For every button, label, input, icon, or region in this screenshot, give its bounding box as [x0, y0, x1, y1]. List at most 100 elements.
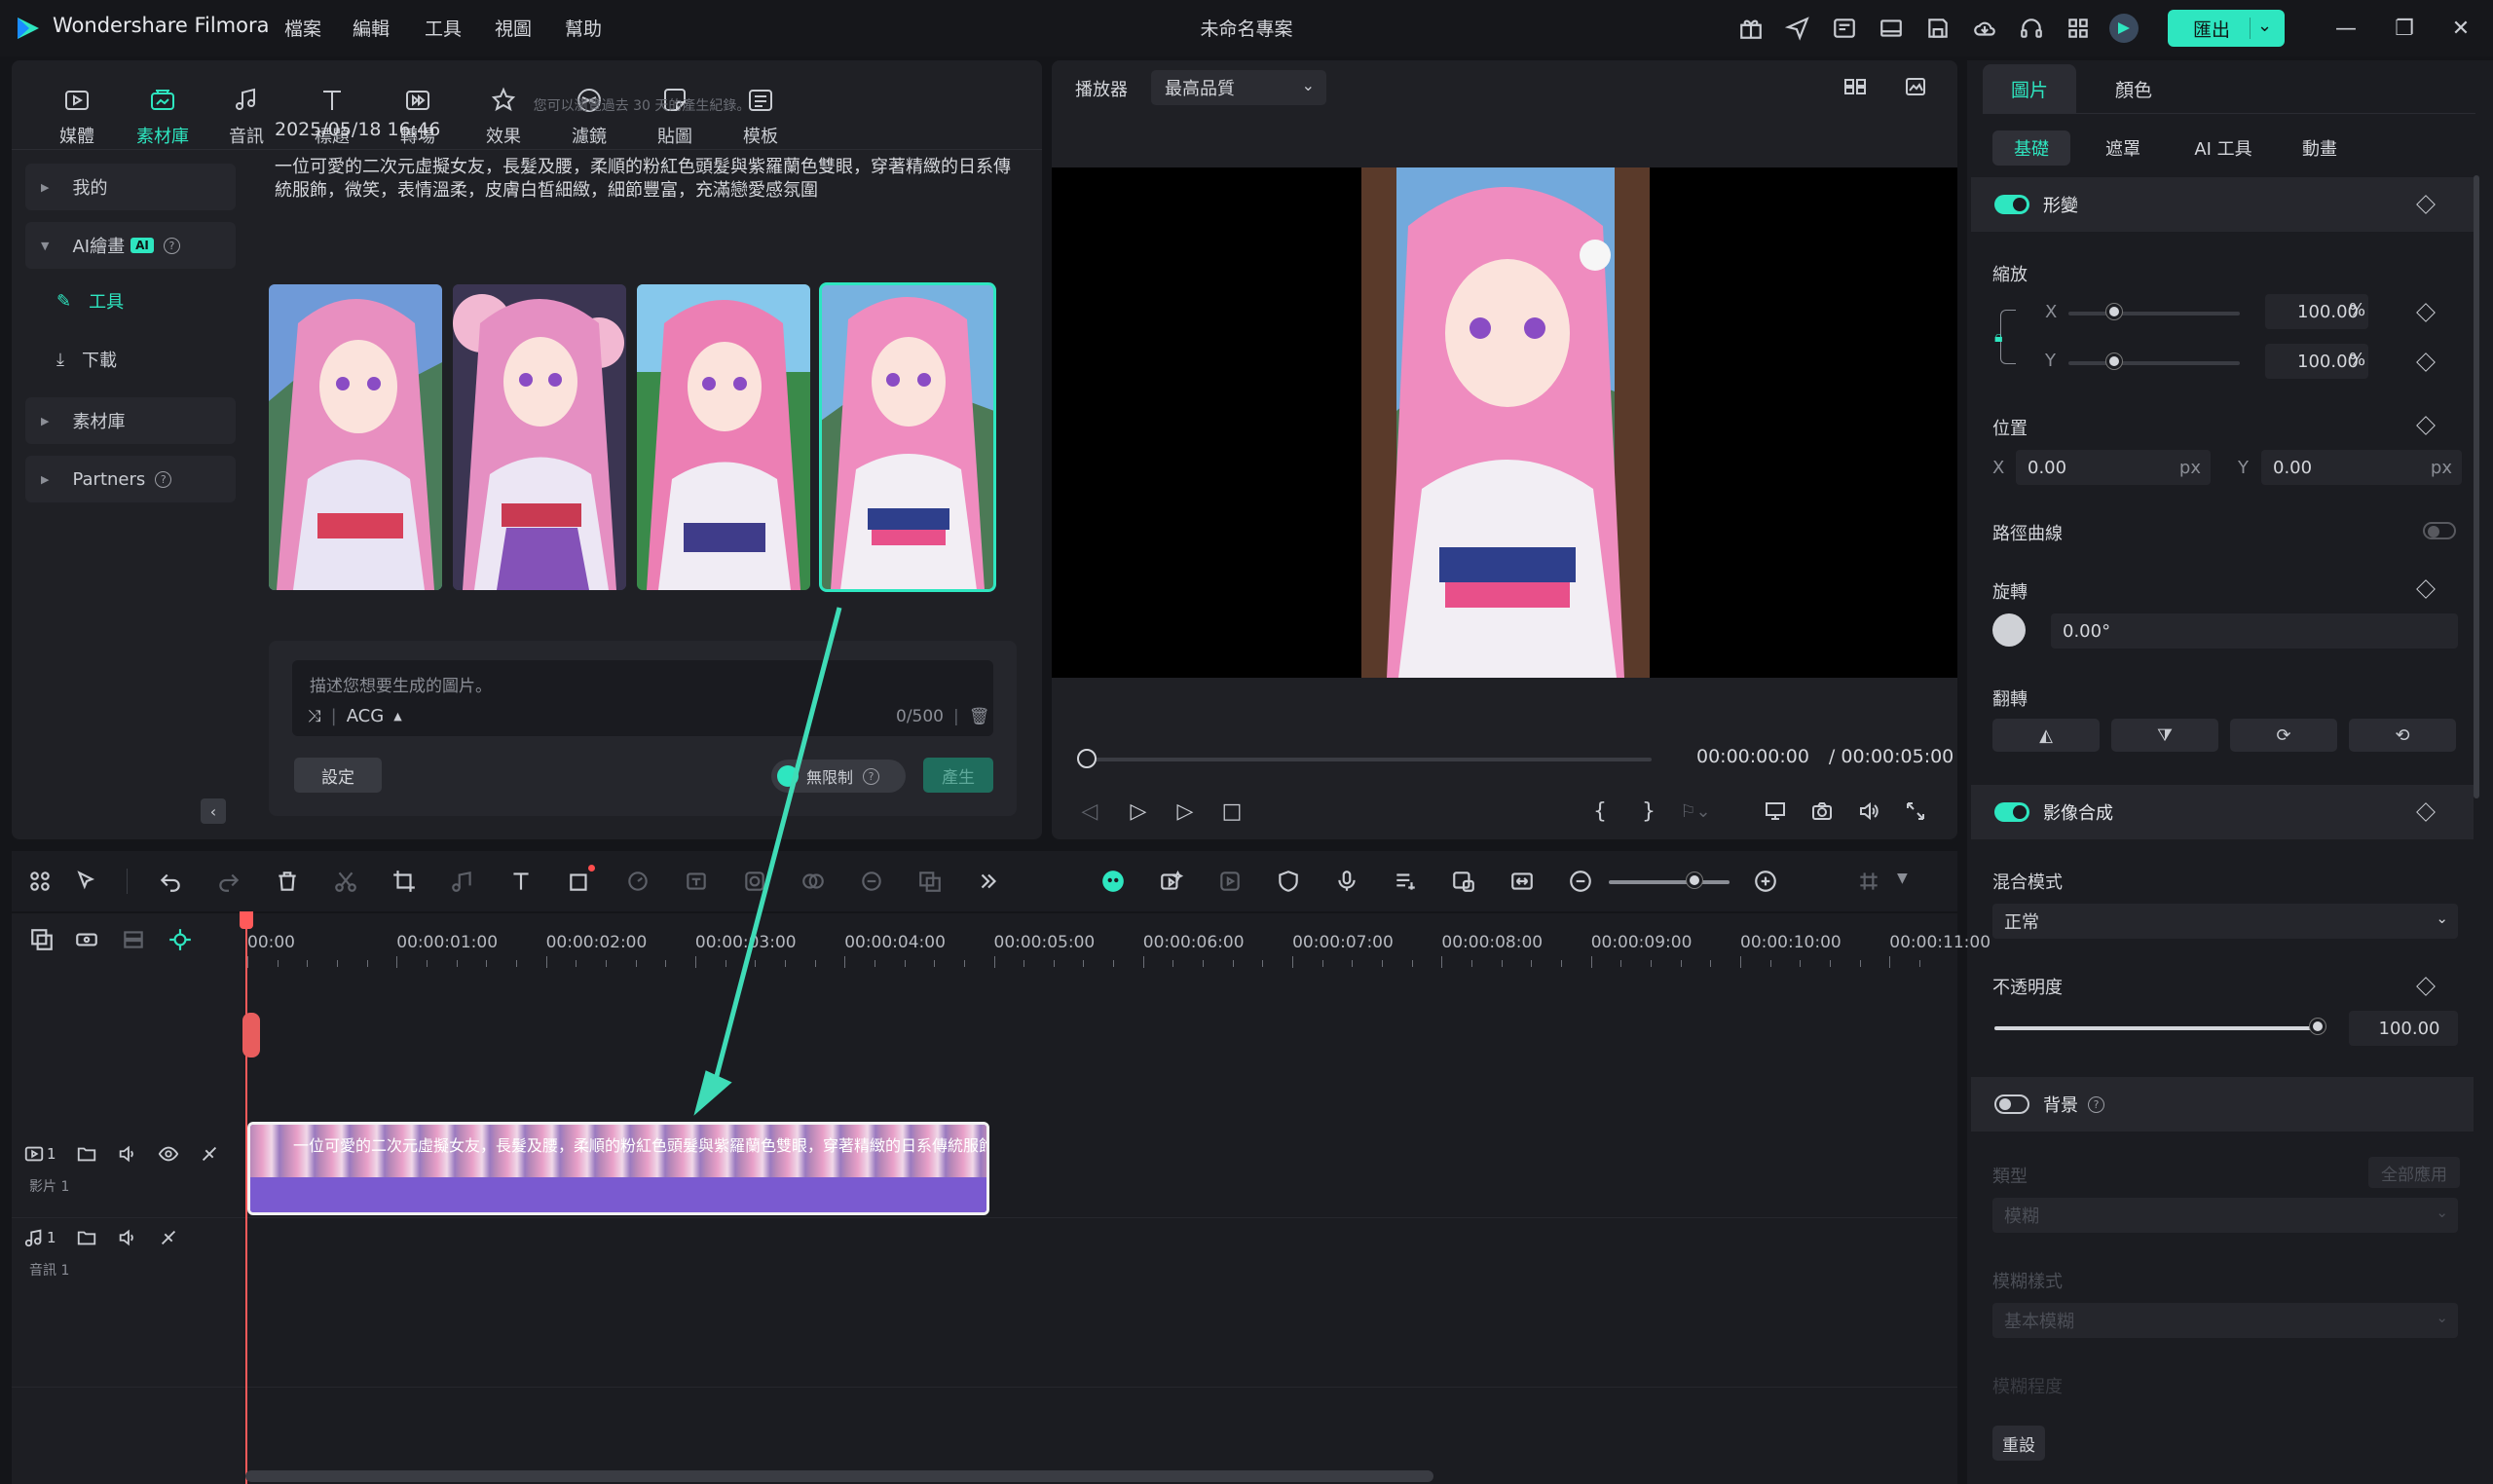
ai-text-icon[interactable]: [680, 865, 713, 898]
scale-y-handle[interactable]: [2106, 353, 2122, 369]
flip-horizontal-button[interactable]: ◭: [1992, 719, 2100, 752]
shuffle-icon[interactable]: ⤨: [308, 707, 321, 726]
marker-icon[interactable]: ⚐⌄: [1680, 797, 1710, 826]
layout-icon[interactable]: [1829, 13, 1860, 44]
rotate-ccw-button[interactable]: ⟲: [2349, 719, 2456, 752]
subtab-basic[interactable]: 基礎: [1992, 130, 2070, 166]
headset-icon[interactable]: [2016, 13, 2047, 44]
tab-color[interactable]: 顏色: [2115, 76, 2152, 102]
apply-all-button[interactable]: 全部應用: [2368, 1157, 2460, 1188]
help-icon[interactable]: ?: [2088, 1095, 2104, 1113]
play-step-icon[interactable]: ▷: [1124, 797, 1153, 826]
audio-stretch-icon[interactable]: [446, 865, 479, 898]
background-toggle[interactable]: [1994, 1094, 2029, 1114]
compositing-toggle[interactable]: [1994, 802, 2029, 822]
opacity-handle[interactable]: [2310, 1019, 2326, 1034]
picture-in-picture-icon[interactable]: [1447, 865, 1480, 898]
render-icon[interactable]: [1213, 865, 1246, 898]
lock-track-icon[interactable]: [199, 1143, 220, 1165]
close-icon[interactable]: ✕: [2444, 12, 2477, 45]
chevron-down-icon[interactable]: ⌄: [2257, 16, 2272, 36]
zoom-slider[interactable]: [1609, 880, 1730, 884]
fit-width-icon[interactable]: [1506, 865, 1539, 898]
video-clip[interactable]: 一位可愛的二次元虛擬女友，長髮及腰，柔順的粉紅色頭髮與紫羅蘭色雙眼，穿著精緻的日…: [247, 1122, 989, 1215]
play-icon[interactable]: ▷: [1171, 797, 1200, 826]
flip-vertical-button[interactable]: ⧩: [2111, 719, 2218, 752]
redo-icon[interactable]: [212, 865, 245, 898]
sidebar-item-library[interactable]: ▶ 素材庫: [25, 397, 236, 444]
subtab-mask[interactable]: 遮罩: [2082, 130, 2164, 166]
gift-icon[interactable]: [1735, 13, 1767, 44]
generated-image-1[interactable]: [269, 284, 442, 590]
folder-icon[interactable]: [76, 1143, 97, 1165]
stop-icon[interactable]: □: [1217, 797, 1246, 826]
opacity-input[interactable]: 100.00: [2349, 1011, 2458, 1046]
section-background[interactable]: 背景?: [1971, 1077, 2474, 1132]
collapse-sidebar-button[interactable]: ‹: [201, 798, 226, 824]
eye-icon[interactable]: [158, 1143, 179, 1165]
save-icon[interactable]: [1922, 13, 1953, 44]
generate-button[interactable]: 產生: [923, 758, 993, 793]
properties-scrollbar[interactable]: [2474, 175, 2479, 798]
lock-track-icon[interactable]: [158, 1227, 179, 1248]
position-x-input[interactable]: 0.00 px: [2016, 450, 2211, 485]
reset-button[interactable]: 重設: [1992, 1426, 2045, 1461]
help-icon[interactable]: ?: [863, 767, 880, 785]
blend-mode-select[interactable]: 正常 ⌄: [1992, 904, 2458, 939]
tab-media[interactable]: 媒體: [37, 84, 117, 148]
opacity-slider[interactable]: [1994, 1026, 2318, 1030]
grid-view-icon[interactable]: [1841, 72, 1870, 101]
speaker-icon[interactable]: [117, 1227, 138, 1248]
subtab-ai-tools[interactable]: AI 工具: [2176, 130, 2271, 166]
section-transform[interactable]: 形變: [1971, 177, 2474, 232]
ai-assistant-icon[interactable]: [1097, 865, 1130, 898]
rotation-input[interactable]: 0.00°: [2051, 613, 2458, 649]
send-icon[interactable]: [1782, 13, 1813, 44]
scrubber-handle[interactable]: [1077, 749, 1097, 768]
help-icon[interactable]: ?: [155, 470, 172, 488]
camera-icon[interactable]: [1807, 797, 1837, 826]
fullscreen-icon[interactable]: [1901, 797, 1930, 826]
caret-down-icon[interactable]: ▼: [1897, 871, 1908, 886]
generated-image-3[interactable]: [637, 284, 810, 590]
minimize-icon[interactable]: —: [2329, 12, 2363, 45]
volume-icon[interactable]: [1854, 797, 1883, 826]
text-tool-icon[interactable]: [504, 865, 538, 898]
speed-icon[interactable]: [621, 865, 654, 898]
avatar[interactable]: [2109, 14, 2139, 43]
stabilize-icon[interactable]: [855, 865, 888, 898]
sidebar-item-download[interactable]: ⤓ 下載: [56, 347, 117, 372]
prev-frame-icon[interactable]: ◁: [1075, 797, 1104, 826]
playhead[interactable]: [245, 913, 247, 1484]
trash-icon[interactable]: 🗑: [969, 707, 990, 726]
shield-icon[interactable]: [1272, 865, 1305, 898]
rotation-dial[interactable]: [1992, 613, 2026, 647]
crop-icon[interactable]: [388, 865, 421, 898]
delete-icon[interactable]: [271, 865, 304, 898]
color-match-icon[interactable]: [797, 865, 830, 898]
subtab-animation[interactable]: 動畫: [2281, 130, 2359, 166]
display-icon[interactable]: [1761, 797, 1790, 826]
snapshot-view-icon[interactable]: [1901, 72, 1930, 101]
select-tool-icon[interactable]: [70, 865, 103, 898]
undo-icon[interactable]: [154, 865, 187, 898]
auto-edit-icon[interactable]: [1155, 865, 1188, 898]
microphone-icon[interactable]: [1330, 865, 1363, 898]
path-curve-toggle[interactable]: [2423, 522, 2456, 539]
cloud-icon[interactable]: [1969, 13, 2000, 44]
mark-in-icon[interactable]: {: [1585, 797, 1615, 826]
cut-icon[interactable]: [329, 865, 362, 898]
unlimited-toggle[interactable]: 無限制?: [771, 760, 906, 793]
link-icon[interactable]: [70, 923, 103, 956]
playhead-marker[interactable]: [242, 1013, 260, 1057]
sidebar-item-ai-drawing[interactable]: ▼ AI繪畫 AI?: [25, 222, 236, 269]
tab-library[interactable]: 素材庫: [123, 84, 203, 148]
zoom-out-icon[interactable]: [1564, 865, 1597, 898]
style-selector[interactable]: ⤨ | ACG ▲: [308, 706, 402, 726]
help-icon[interactable]: ?: [163, 237, 180, 254]
zoom-handle[interactable]: [1687, 872, 1702, 888]
transform-toggle[interactable]: [1994, 195, 2029, 214]
translate-icon[interactable]: [913, 865, 947, 898]
track-layout-icon[interactable]: [1852, 865, 1885, 898]
more-tools-icon[interactable]: [972, 865, 1005, 898]
